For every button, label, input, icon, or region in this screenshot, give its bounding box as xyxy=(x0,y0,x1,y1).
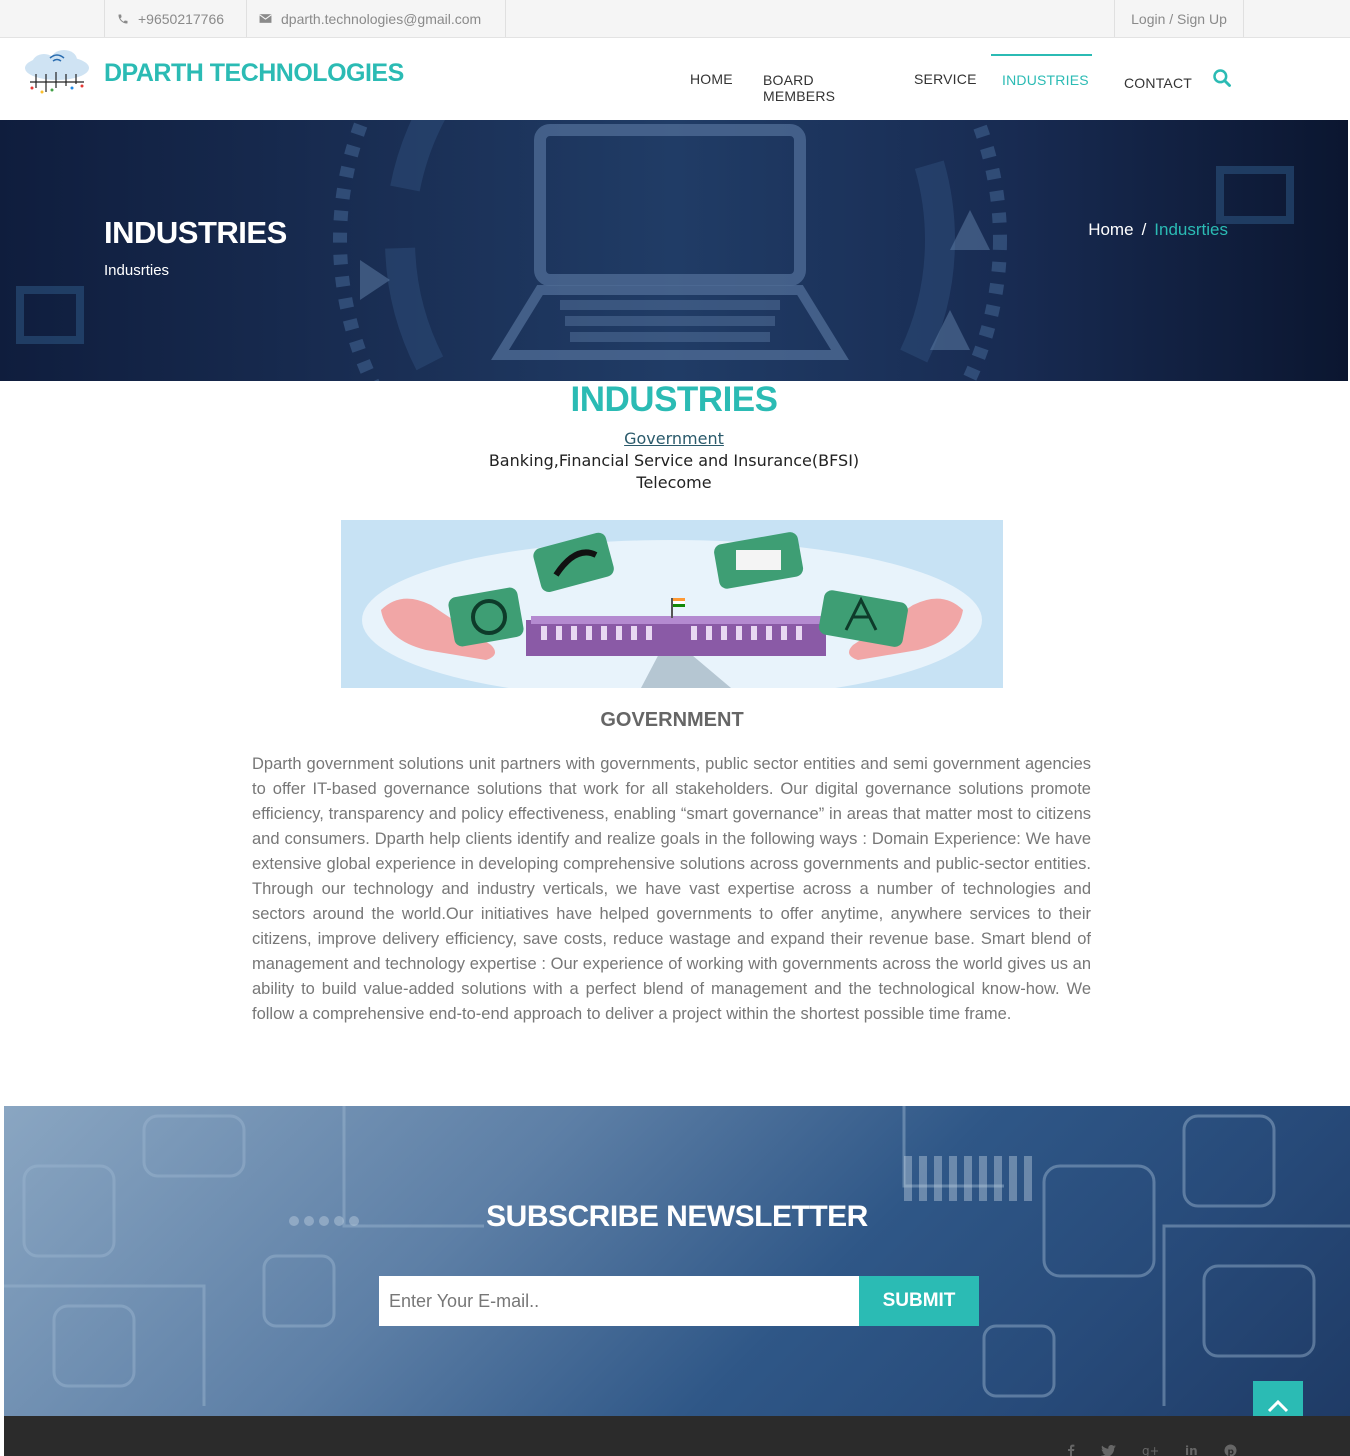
active-nav-indicator xyxy=(991,54,1092,56)
newsletter-submit-button[interactable]: SUBMIT xyxy=(859,1276,979,1326)
newsletter-title: SUBSCRIBE NEWSLETTER xyxy=(486,1200,868,1233)
government-heading: GOVERNMENT xyxy=(600,709,744,731)
nav-home[interactable]: HOME xyxy=(690,71,733,87)
footer-bar: g+ in p xyxy=(4,1416,1350,1456)
breadcrumb-current: Indusrties xyxy=(1154,220,1228,239)
brand-name: DPARTH TECHNOLOGIES xyxy=(104,58,404,87)
email-contact[interactable]: dparth.technologies@gmail.com xyxy=(246,0,506,37)
hero-title: INDUSTRIES xyxy=(104,215,287,250)
hero-subtitle: Indusrties xyxy=(104,262,170,279)
twitter-icon[interactable] xyxy=(1101,1445,1116,1456)
government-description: Dparth government solutions unit partner… xyxy=(252,755,1091,1023)
phone-contact[interactable]: +9650217766 xyxy=(104,0,247,37)
government-illustration xyxy=(341,520,1003,688)
industry-item-telecom: Telecome xyxy=(636,473,712,492)
page-hero-banner: INDUSTRIES Indusrties Home / Indusrties xyxy=(0,120,1348,381)
breadcrumb-separator: / xyxy=(1141,220,1147,239)
industry-item-bfsi: Banking,Financial Service and Insurance(… xyxy=(488,451,860,470)
site-header: DPARTH TECHNOLOGIES HOME BOARD MEMBERS S… xyxy=(0,38,1350,120)
google-plus-icon[interactable]: g+ xyxy=(1142,1444,1158,1456)
industries-list: Government Banking,Financial Service and… xyxy=(0,428,1348,494)
cloud-logo-icon xyxy=(25,50,89,94)
linkedin-icon[interactable]: in xyxy=(1185,1444,1199,1456)
top-bar: +9650217766 dparth.technologies@gmail.co… xyxy=(0,0,1350,38)
svg-text:p: p xyxy=(1228,1448,1235,1456)
svg-text:g+: g+ xyxy=(1142,1444,1158,1456)
section-title: INDUSTRIES xyxy=(570,380,778,419)
svg-text:in: in xyxy=(1185,1444,1198,1456)
mail-icon xyxy=(259,14,272,23)
search-icon[interactable] xyxy=(1212,68,1232,88)
nav-service[interactable]: SERVICE xyxy=(914,71,977,87)
nav-contact[interactable]: CONTACT xyxy=(1124,75,1192,91)
phone-icon xyxy=(118,14,128,23)
email-address: dparth.technologies@gmail.com xyxy=(281,10,482,27)
login-signup-link[interactable]: Login / Sign Up xyxy=(1114,0,1244,37)
breadcrumb: Home / Indusrties xyxy=(1088,220,1228,240)
chevron-up-icon xyxy=(1267,1399,1289,1413)
breadcrumb-home[interactable]: Home xyxy=(1088,220,1133,239)
nav-board-members[interactable]: BOARD MEMBERS xyxy=(763,72,835,104)
industry-link-government[interactable]: Government xyxy=(624,429,724,448)
newsletter-email-input[interactable]: Enter Your E-mail.. xyxy=(379,1276,859,1326)
phone-number: +9650217766 xyxy=(138,10,225,27)
circuit-background-graphic xyxy=(4,1106,1350,1406)
newsletter-section: SUBSCRIBE NEWSLETTER Enter Your E-mail..… xyxy=(4,1106,1350,1416)
nav-industries[interactable]: INDUSTRIES xyxy=(1002,72,1089,88)
pinterest-icon[interactable]: p xyxy=(1224,1444,1237,1456)
facebook-icon[interactable] xyxy=(1066,1444,1076,1456)
logo[interactable]: DPARTH TECHNOLOGIES xyxy=(22,48,404,98)
